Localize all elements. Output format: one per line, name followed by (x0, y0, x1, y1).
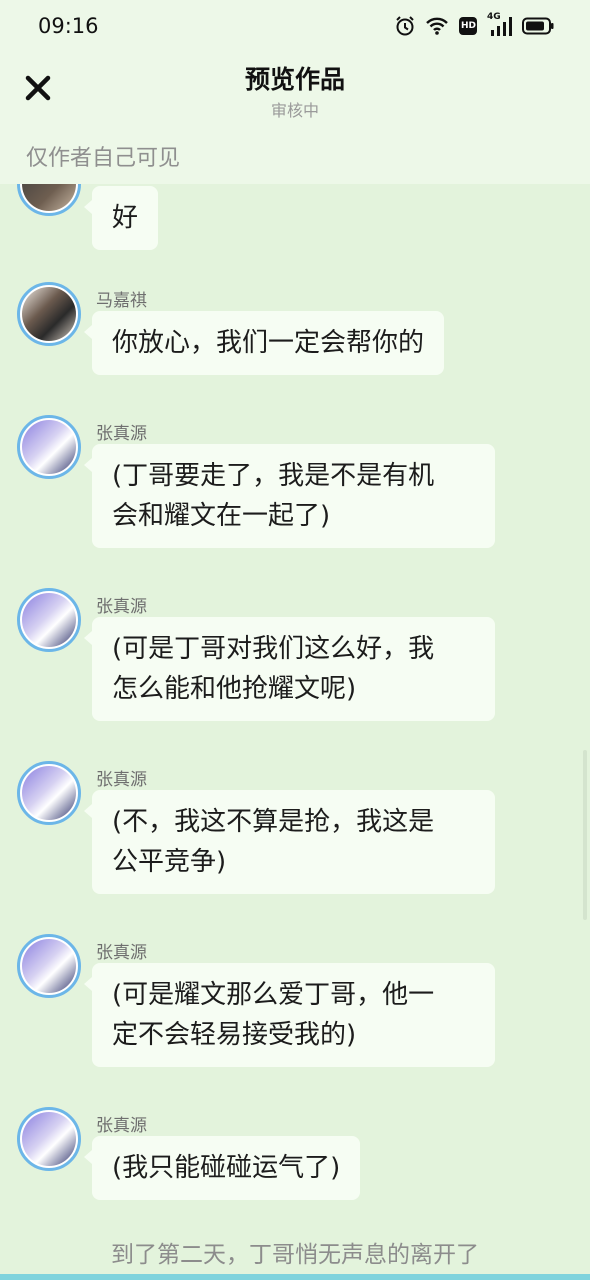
battery-icon (522, 17, 554, 35)
message-bubble[interactable]: 好 (83, 186, 159, 250)
message-bubble[interactable]: 你放心，我们一定会帮你的 (83, 311, 445, 375)
message-text-line: 会和耀文在一起了) (112, 501, 331, 531)
network-label: 4G (487, 12, 501, 22)
message-bubble[interactable]: (可是丁哥对我们这么好，我 怎么能和他抢耀文呢) (84, 617, 495, 721)
review-status: 审核中 (270, 101, 319, 120)
avatar[interactable] (17, 588, 81, 652)
message-bubble[interactable]: (丁哥要走了，我是不是有机 会和耀文在一起了) (84, 444, 495, 548)
message-text-line: 定不会轻易接受我的) (112, 1020, 357, 1050)
visibility-note: 仅作者自己可见 (26, 146, 181, 171)
bottom-strip (0, 1274, 590, 1280)
message-text-line: 怎么能和他抢耀文呢) (112, 674, 357, 704)
message-bubble[interactable]: (我只能碰碰运气了) (83, 1136, 361, 1200)
sender-name: 张真源 (96, 770, 147, 790)
message-text-line: (丁哥要走了，我是不是有机 (112, 461, 435, 491)
scrollbar[interactable] (583, 750, 587, 920)
sender-name: 张真源 (96, 597, 147, 617)
avatar[interactable] (17, 1107, 81, 1171)
alarm-icon (394, 15, 416, 37)
avatar[interactable] (17, 282, 81, 346)
signal-4g-icon: 4G (487, 12, 513, 37)
message-text: (我只能碰碰运气了) (112, 1153, 341, 1183)
sender-name: 张真源 (96, 424, 147, 444)
status-time: 09:16 (38, 14, 99, 38)
wifi-icon (425, 16, 449, 36)
avatar[interactable] (17, 934, 81, 998)
message-text-line: 公平竞争) (112, 847, 227, 877)
message-text: 你放心，我们一定会帮你的 (112, 328, 425, 358)
message-text-line: (可是耀文那么爱丁哥，他一 (112, 980, 435, 1010)
sender-name: 马嘉祺 (96, 291, 147, 311)
message-text-line: (不，我这不算是抢，我这是 (112, 807, 435, 837)
hd-label: HD (461, 21, 477, 31)
sender-name: 张真源 (96, 943, 147, 963)
status-icons: HD 4G (394, 12, 554, 38)
hd-icon: HD (458, 16, 478, 36)
message-text: 好 (112, 203, 139, 233)
message-text-line: (可是丁哥对我们这么好，我 (112, 634, 435, 664)
avatar[interactable] (17, 761, 81, 825)
avatar[interactable] (17, 184, 81, 216)
avatar[interactable] (17, 415, 81, 479)
message-bubble[interactable]: (不，我这不算是抢，我这是 公平竞争) (84, 790, 495, 894)
status-bar: 09:16 HD 4G (0, 0, 590, 52)
narration-text: 到了第二天，丁哥悄无声息的离开了 (111, 1242, 479, 1268)
chat-area[interactable]: 好 马嘉祺 你放心，我们一定会帮你的 张真源 (丁哥要走了，我是不是有机 会和耀… (0, 184, 590, 1280)
sender-name: 张真源 (96, 1116, 147, 1136)
top-bar: 09:16 HD 4G 预览作品 审核中 仅作者自己可见 (0, 0, 590, 184)
message-bubble[interactable]: (可是耀文那么爱丁哥，他一 定不会轻易接受我的) (84, 963, 495, 1067)
page-title: 预览作品 (244, 65, 345, 94)
